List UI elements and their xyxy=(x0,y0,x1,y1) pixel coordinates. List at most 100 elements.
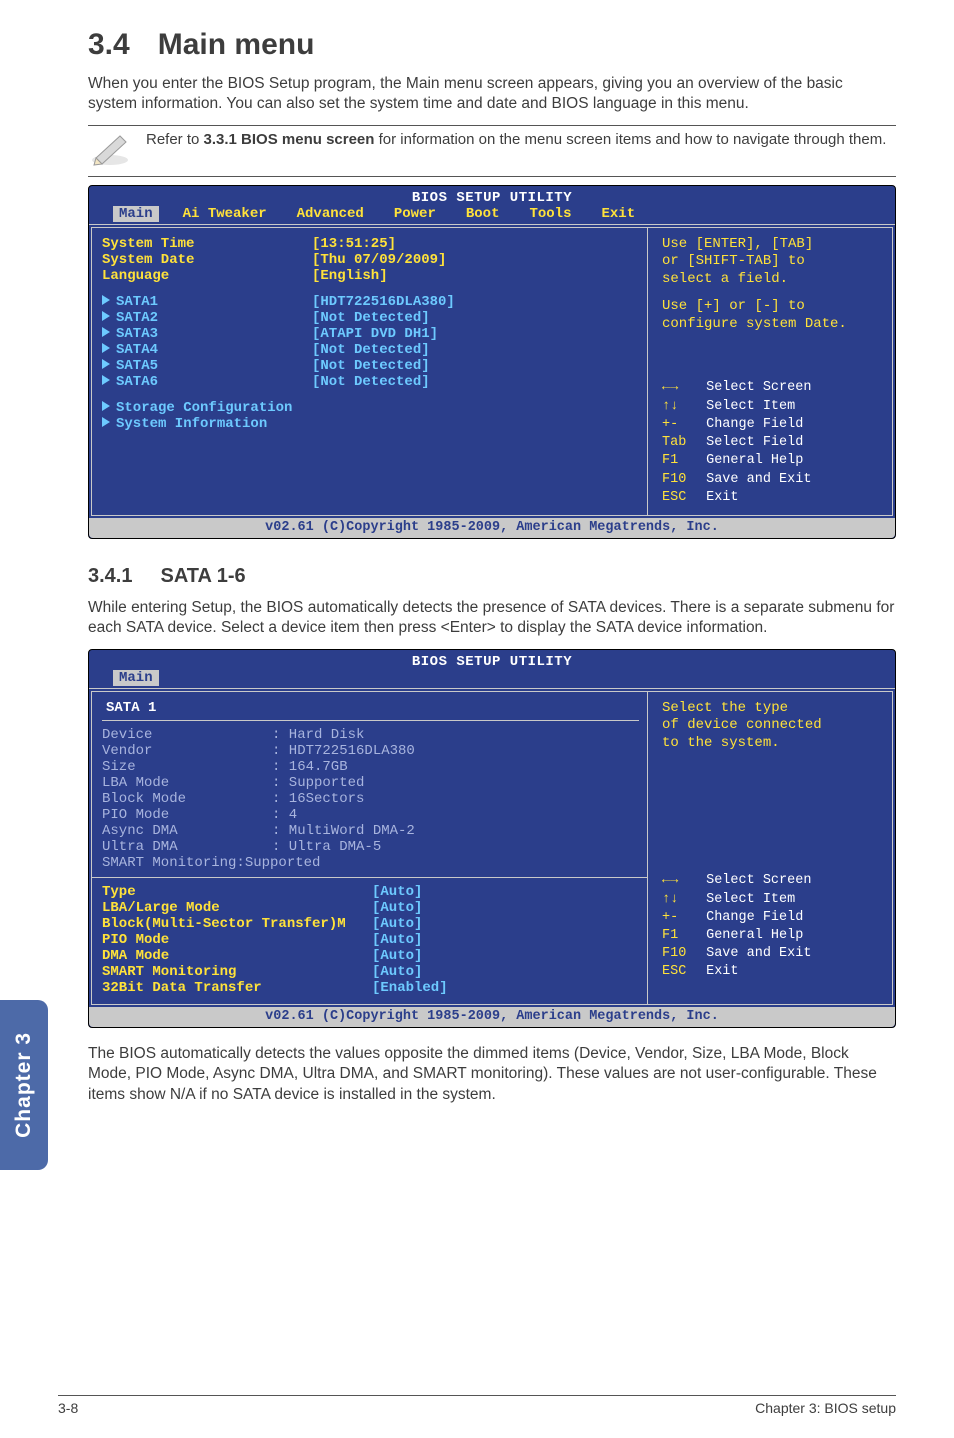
row-block-transfer[interactable]: Block(Multi-Sector Transfer)M[Auto] xyxy=(102,916,639,932)
tab-main[interactable]: Main xyxy=(113,206,159,222)
key: Tab xyxy=(662,434,698,452)
label-sata2: SATA2 xyxy=(116,310,158,326)
label-block-transfer: Block(Multi-Sector Transfer)M xyxy=(102,916,372,932)
chapter-side-tab-label: Chapter 3 xyxy=(12,1032,36,1138)
note-text: Refer to 3.3.1 BIOS menu screen for info… xyxy=(146,130,886,150)
bios-left-pane: System Time[13:51:25] System Date[Thu 07… xyxy=(91,227,647,516)
label-dma-mode: DMA Mode xyxy=(102,948,372,964)
submenu-arrow-icon xyxy=(102,359,110,369)
subsection-number: 3.4.1 xyxy=(88,565,132,587)
key-text: Select Item xyxy=(706,399,795,414)
note-block: Refer to 3.3.1 BIOS menu screen for info… xyxy=(88,130,896,166)
bios-sata-screenshot: BIOS SETUP UTILITY Main SATA 1 Device: H… xyxy=(88,649,896,1028)
value-sata1: [HDT722516DLA380] xyxy=(312,294,455,310)
bios-copyright-footer: v02.61 (C)Copyright 1985-2009, American … xyxy=(89,518,895,538)
row-32bit-transfer[interactable]: 32Bit Data Transfer[Enabled] xyxy=(102,980,639,996)
tab-power[interactable]: Power xyxy=(388,206,442,222)
bios-tab-bar: Main Ai Tweaker Advanced Power Boot Tool… xyxy=(89,206,895,224)
key: F10 xyxy=(662,471,698,489)
tab-advanced[interactable]: Advanced xyxy=(291,206,370,222)
subsection-intro: While entering Setup, the BIOS automatic… xyxy=(88,598,896,639)
label-system-info: System Information xyxy=(116,416,267,432)
value-size: : 164.7GB xyxy=(272,759,348,775)
bios-tab-bar: Main xyxy=(89,670,895,688)
submenu-arrow-icon xyxy=(102,311,110,321)
sata-header: SATA 1 xyxy=(102,700,639,721)
key-text: General Help xyxy=(706,928,803,943)
value-ultra-dma: : Ultra DMA-5 xyxy=(272,839,381,855)
help-line: of device connected xyxy=(662,717,882,735)
value-vendor: : HDT722516DLA380 xyxy=(272,743,415,759)
divider xyxy=(88,125,896,126)
row-sata1[interactable]: SATA1[HDT722516DLA380] xyxy=(102,294,639,310)
row-system-date[interactable]: System Date[Thu 07/09/2009] xyxy=(102,252,639,268)
row-dma-mode[interactable]: DMA Mode[Auto] xyxy=(102,948,639,964)
key: F10 xyxy=(662,945,698,963)
key: ESC xyxy=(662,489,698,507)
help-line: Use [+] or [-] to xyxy=(662,298,882,316)
label-storage-config: Storage Configuration xyxy=(116,400,292,416)
divider xyxy=(88,176,896,177)
bios-header: BIOS SETUP UTILITY xyxy=(89,650,895,670)
row-smart-monitoring-opt[interactable]: SMART Monitoring[Auto] xyxy=(102,964,639,980)
label-sata3: SATA3 xyxy=(116,326,158,342)
tab-boot[interactable]: Boot xyxy=(460,206,506,222)
intro-paragraph: When you enter the BIOS Setup program, t… xyxy=(88,74,896,115)
tab-tools[interactable]: Tools xyxy=(523,206,577,222)
label-language: Language xyxy=(102,268,312,284)
value-system-time: [13:51:25] xyxy=(312,236,396,252)
note-pencil-icon xyxy=(88,130,132,166)
value-pio-mode-opt: [Auto] xyxy=(372,932,422,948)
key: +- xyxy=(662,909,698,927)
submenu-arrow-icon xyxy=(102,295,110,305)
row-sata5[interactable]: SATA5[Not Detected] xyxy=(102,358,639,374)
row-type[interactable]: Type[Auto] xyxy=(102,884,639,900)
help-line: configure system Date. xyxy=(662,316,882,334)
key: F1 xyxy=(662,452,698,470)
bios-left-pane: SATA 1 Device: Hard Disk Vendor: HDT7225… xyxy=(91,691,647,1005)
value-type: [Auto] xyxy=(372,884,422,900)
label-type: Type xyxy=(102,884,372,900)
help-line: Use [ENTER], [TAB] xyxy=(662,236,882,254)
key-text: Change Field xyxy=(706,910,803,925)
row-sata4[interactable]: SATA4[Not Detected] xyxy=(102,342,639,358)
help-line: to the system. xyxy=(662,735,882,753)
key-text: Save and Exit xyxy=(706,946,811,961)
key-text: Exit xyxy=(706,964,738,979)
key-text: Save and Exit xyxy=(706,472,811,487)
row-pio-mode-opt[interactable]: PIO Mode[Auto] xyxy=(102,932,639,948)
label-sata5: SATA5 xyxy=(116,358,158,374)
subsection-title-text: SATA 1-6 xyxy=(160,565,245,587)
help-line: select a field. xyxy=(662,271,882,289)
tab-ai-tweaker[interactable]: Ai Tweaker xyxy=(177,206,273,222)
row-sata2[interactable]: SATA2[Not Detected] xyxy=(102,310,639,326)
key: +- xyxy=(662,416,698,434)
note-post: for information on the menu screen items… xyxy=(374,131,886,148)
row-sata3[interactable]: SATA3 [ATAPI DVD DH1] xyxy=(102,326,639,342)
tab-main[interactable]: Main xyxy=(113,670,159,686)
key: ↑↓ xyxy=(662,398,698,416)
row-system-info[interactable]: System Information xyxy=(102,416,639,432)
submenu-arrow-icon xyxy=(102,401,110,411)
row-language[interactable]: Language[English] xyxy=(102,268,639,284)
page-footer: 3-8 Chapter 3: BIOS setup xyxy=(58,1395,896,1416)
row-lba-large[interactable]: LBA/Large Mode[Auto] xyxy=(102,900,639,916)
value-system-date: [Thu 07/09/2009] xyxy=(312,252,446,268)
footer-chapter: Chapter 3: BIOS setup xyxy=(755,1400,896,1416)
submenu-arrow-icon xyxy=(102,343,110,353)
value-language: [English] xyxy=(312,268,388,284)
submenu-arrow-icon xyxy=(102,375,110,385)
tab-exit[interactable]: Exit xyxy=(595,206,641,222)
row-system-time[interactable]: System Time[13:51:25] xyxy=(102,236,639,252)
key-text: Select Screen xyxy=(706,873,811,888)
bios-help-pane: Use [ENTER], [TAB] or [SHIFT-TAB] to sel… xyxy=(647,227,893,516)
value-sata3: [ATAPI DVD DH1] xyxy=(312,326,438,342)
note-bold: 3.3.1 BIOS menu screen xyxy=(204,131,375,148)
label-size: Size xyxy=(102,759,272,775)
key-text: Exit xyxy=(706,490,738,505)
row-storage-config[interactable]: Storage Configuration xyxy=(102,400,639,416)
bios-header: BIOS SETUP UTILITY xyxy=(89,186,895,206)
label-async-dma: Async DMA xyxy=(102,823,272,839)
submenu-arrow-icon xyxy=(102,327,110,337)
row-sata6[interactable]: SATA6[Not Detected] xyxy=(102,374,639,390)
